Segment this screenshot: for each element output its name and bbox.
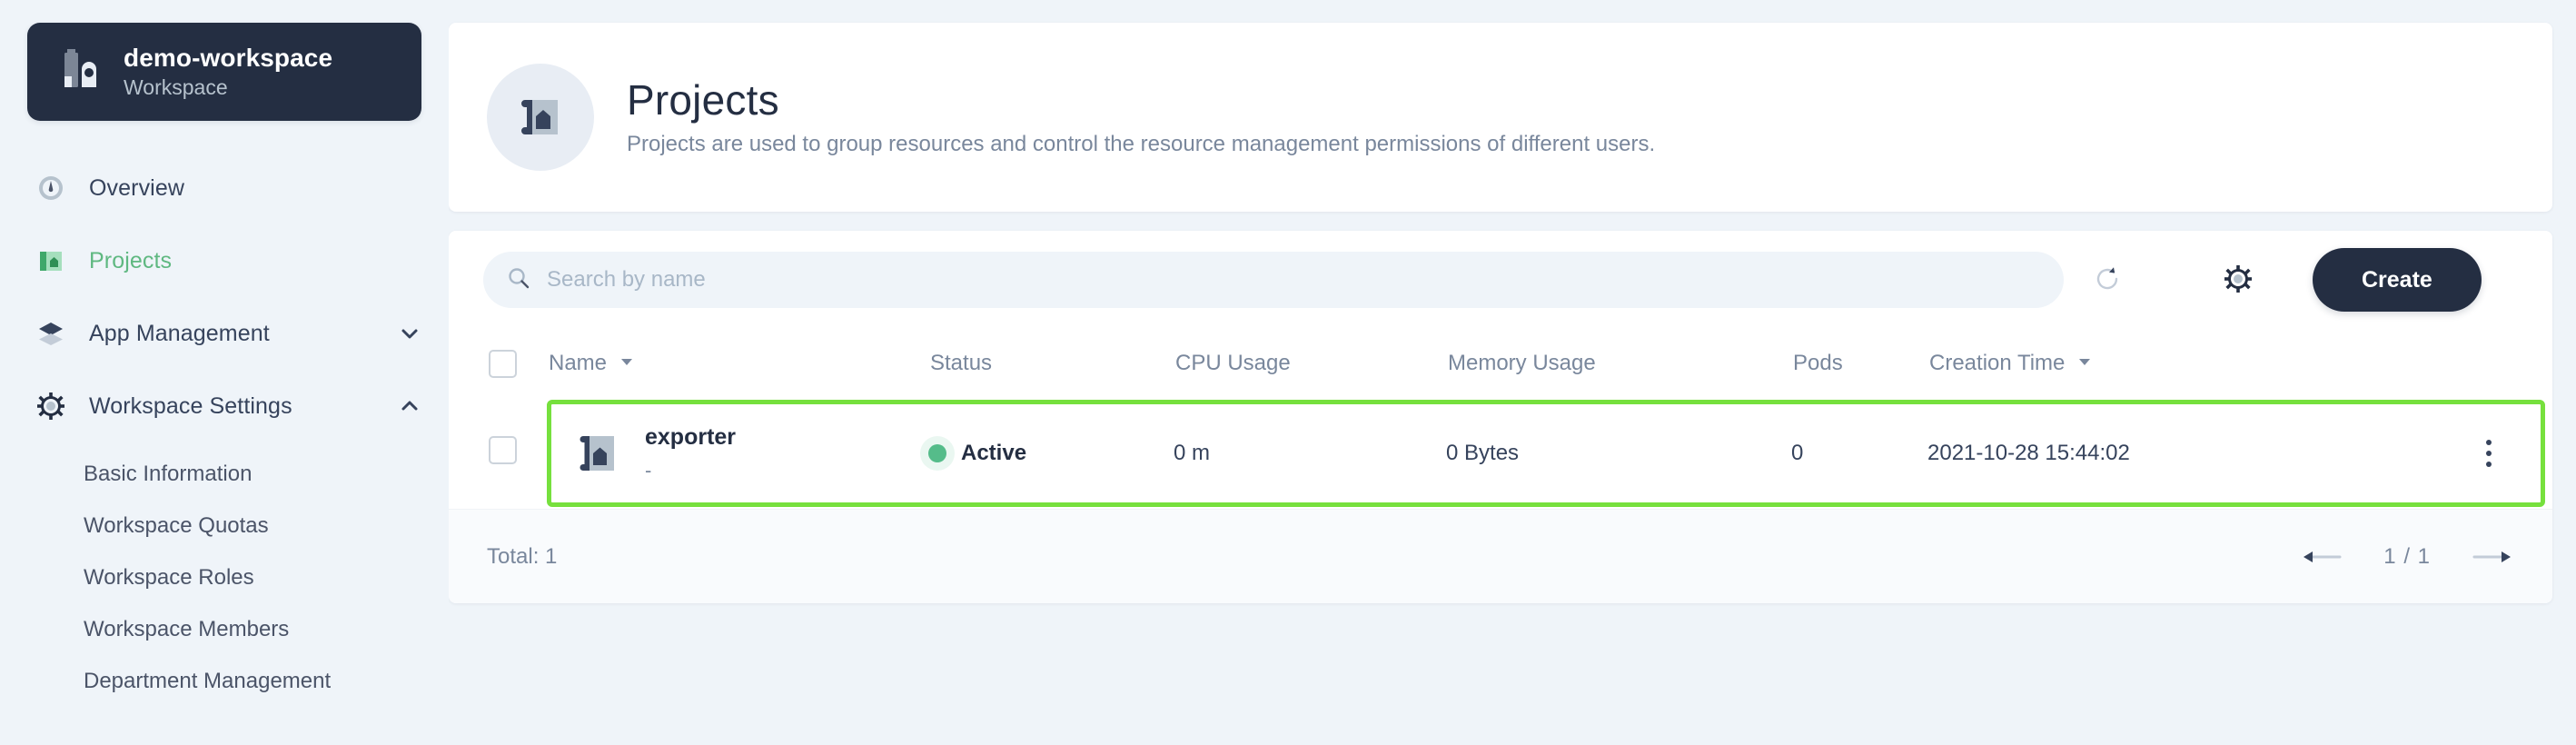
sidebar-item-label: App Management bbox=[89, 321, 270, 347]
project-name[interactable]: exporter bbox=[645, 426, 736, 449]
projects-table: Name Status CPU Usage bbox=[449, 329, 2552, 509]
workspace-name: demo-workspace bbox=[124, 45, 332, 73]
cell-memory-usage: 0 Bytes bbox=[1446, 398, 1791, 509]
search-input[interactable] bbox=[547, 267, 2064, 293]
project-blueprint-icon bbox=[572, 427, 625, 480]
sidebar-item-label: Projects bbox=[89, 248, 172, 274]
gauge-icon bbox=[33, 174, 69, 202]
chevron-down-icon[interactable] bbox=[398, 322, 421, 345]
sidebar-subitem-label: Workspace Members bbox=[84, 617, 289, 642]
projects-table-panel: Create N bbox=[449, 231, 2552, 603]
column-label: Creation Time bbox=[1929, 351, 2065, 376]
kebab-menu-icon[interactable] bbox=[2462, 426, 2516, 481]
sidebar-subitem-label: Department Management bbox=[84, 669, 331, 694]
refresh-button[interactable] bbox=[2064, 252, 2151, 308]
column-header-actions bbox=[2400, 329, 2552, 398]
refresh-icon bbox=[2093, 264, 2122, 296]
cell-status: Active bbox=[928, 398, 1174, 509]
column-label: CPU Usage bbox=[1175, 351, 1291, 376]
sidebar-item-app-management[interactable]: App Management bbox=[0, 297, 449, 370]
sidebar-subitem-label: Workspace Quotas bbox=[84, 513, 269, 539]
column-header-creation-time[interactable]: Creation Time bbox=[1927, 329, 2400, 398]
project-building-icon bbox=[33, 247, 69, 274]
cell-creation-time: 2021-10-28 15:44:02 bbox=[1927, 398, 2400, 509]
cell-actions bbox=[2400, 398, 2552, 509]
table-settings-button[interactable] bbox=[2195, 252, 2282, 308]
select-all-checkbox[interactable] bbox=[489, 350, 517, 378]
column-label: Name bbox=[549, 351, 607, 376]
page-description: Projects are used to group resources and… bbox=[627, 134, 1655, 155]
column-header-status: Status bbox=[928, 329, 1174, 398]
page-indicator: 1 / 1 bbox=[2383, 544, 2431, 570]
column-header-cpu-usage: CPU Usage bbox=[1174, 329, 1446, 398]
table-toolbar: Create bbox=[449, 231, 2552, 329]
project-description: - bbox=[645, 461, 736, 481]
sidebar-subitem-department-management[interactable]: Department Management bbox=[0, 655, 449, 707]
table-footer: Total: 1 1 / 1 bbox=[449, 509, 2552, 603]
row-checkbox[interactable] bbox=[489, 436, 517, 464]
cell-pods: 0 bbox=[1791, 398, 1927, 509]
create-button[interactable]: Create bbox=[2313, 248, 2482, 312]
column-label: Status bbox=[930, 351, 992, 376]
column-header-name[interactable]: Name bbox=[547, 329, 928, 398]
column-label: Pods bbox=[1793, 351, 1843, 376]
sort-descending-icon[interactable] bbox=[619, 351, 635, 376]
sidebar-subitem-label: Workspace Roles bbox=[84, 565, 254, 591]
table-body: exporter - Active 0 m 0 bbox=[449, 398, 2552, 509]
next-page-button[interactable] bbox=[2471, 539, 2514, 575]
sidebar-subitem-workspace-members[interactable]: Workspace Members bbox=[0, 603, 449, 655]
project-blueprint-icon bbox=[487, 64, 594, 171]
status-dot-icon bbox=[928, 444, 946, 462]
sidebar-subitem-label: Basic Information bbox=[84, 462, 252, 487]
layers-icon bbox=[33, 320, 69, 347]
pagination: 1 / 1 bbox=[2300, 539, 2514, 575]
cell-name: exporter - bbox=[547, 398, 928, 509]
gear-icon bbox=[33, 392, 69, 420]
column-header-memory-usage: Memory Usage bbox=[1446, 329, 1791, 398]
sidebar-item-label: Overview bbox=[89, 175, 184, 202]
workspace-subtitle: Workspace bbox=[124, 76, 332, 99]
sidebar-subitem-workspace-roles[interactable]: Workspace Roles bbox=[0, 551, 449, 603]
sidebar-nav: Overview Projects bbox=[0, 152, 449, 707]
sidebar-item-workspace-settings[interactable]: Workspace Settings bbox=[0, 370, 449, 442]
total-count-label: Total: 1 bbox=[487, 544, 557, 570]
chevron-up-icon[interactable] bbox=[398, 394, 421, 418]
workspace-card[interactable]: demo-workspace Workspace bbox=[27, 23, 421, 121]
sidebar-subitem-workspace-quotas[interactable]: Workspace Quotas bbox=[0, 500, 449, 551]
cell-cpu-usage: 0 m bbox=[1174, 398, 1446, 509]
table-header-row: Name Status CPU Usage bbox=[449, 329, 2552, 398]
sort-descending-icon[interactable] bbox=[2076, 351, 2093, 376]
search-box[interactable] bbox=[483, 252, 2064, 308]
workspace-building-icon bbox=[62, 49, 100, 94]
sidebar-item-label: Workspace Settings bbox=[89, 393, 292, 420]
table-row[interactable]: exporter - Active 0 m 0 bbox=[449, 398, 2552, 509]
sidebar-item-projects[interactable]: Projects bbox=[0, 224, 449, 297]
sidebar-subnav: Basic Information Workspace Quotas Works… bbox=[0, 448, 449, 707]
table-head: Name Status CPU Usage bbox=[449, 329, 2552, 398]
column-label: Memory Usage bbox=[1448, 351, 1596, 376]
row-select-cell bbox=[449, 398, 547, 509]
sidebar: demo-workspace Workspace Overview bbox=[0, 0, 449, 745]
status-badge: Active bbox=[961, 441, 1026, 466]
app-root: demo-workspace Workspace Overview bbox=[0, 0, 2576, 745]
previous-page-button[interactable] bbox=[2300, 539, 2343, 575]
select-all-header bbox=[449, 329, 547, 398]
gear-icon bbox=[2224, 265, 2252, 295]
sidebar-item-overview[interactable]: Overview bbox=[0, 152, 449, 224]
page-header: Projects Projects are used to group reso… bbox=[449, 23, 2552, 212]
column-header-pods: Pods bbox=[1791, 329, 1927, 398]
main-content: Projects Projects are used to group reso… bbox=[449, 0, 2576, 745]
sidebar-subitem-basic-information[interactable]: Basic Information bbox=[0, 448, 449, 500]
search-icon bbox=[507, 266, 530, 294]
page-title: Projects bbox=[627, 79, 1655, 121]
